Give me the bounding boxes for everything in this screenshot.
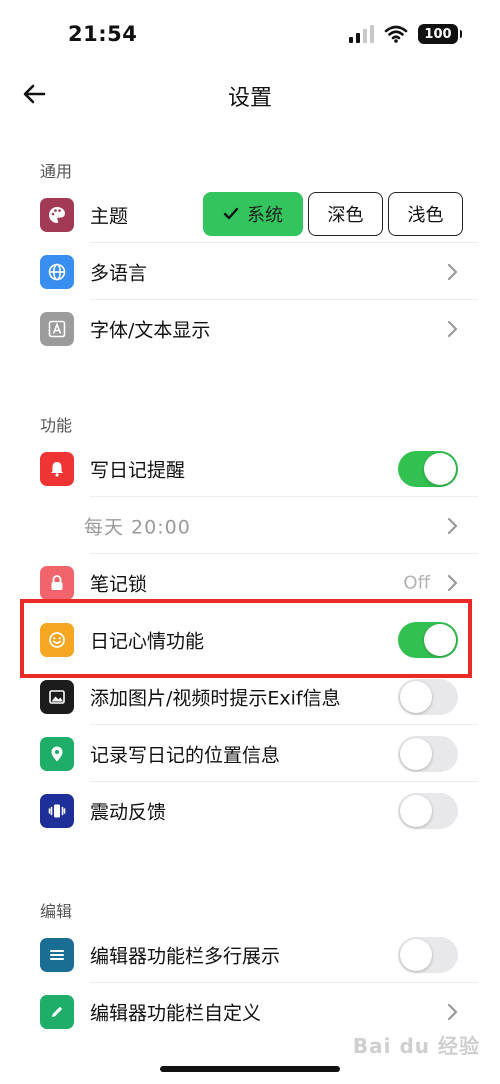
- theme-dark-label: 深色: [327, 205, 364, 226]
- theme-light-label: 浅色: [407, 205, 444, 226]
- highlight-box: [20, 599, 472, 678]
- globe-icon: [40, 254, 74, 289]
- theme-label: 主题: [90, 205, 129, 227]
- nav-bar: 设置: [0, 70, 500, 120]
- wifi-icon: [384, 25, 408, 43]
- battery-icon: 100: [418, 24, 462, 44]
- location-pin-icon: [40, 736, 74, 771]
- section-header-editing: 编辑: [40, 902, 73, 921]
- theme-dark-button[interactable]: 深色: [308, 192, 383, 236]
- reminder-toggle[interactable]: [398, 450, 458, 487]
- chevron-right-icon: [447, 574, 458, 591]
- section-header-general: 通用: [40, 162, 73, 181]
- settings-row-location: 记录写日记的位置信息: [0, 725, 500, 782]
- settings-row-reminder: 写日记提醒: [0, 440, 500, 497]
- bell-icon: [40, 451, 74, 486]
- reminder-time-label: 每天 20:00: [84, 516, 191, 538]
- toolbar-multiline-label: 编辑器功能栏多行展示: [90, 945, 281, 967]
- location-toggle[interactable]: [398, 735, 458, 772]
- toggle-knob: [400, 794, 432, 827]
- note-lock-value: Off: [403, 572, 430, 593]
- toolbar-custom-label: 编辑器功能栏自定义: [90, 1002, 262, 1024]
- chevron-right-icon: [447, 263, 458, 280]
- pencil-icon: [40, 994, 74, 1029]
- reminder-label: 写日记提醒: [90, 459, 186, 481]
- haptic-label: 震动反馈: [90, 801, 167, 823]
- toggle-knob: [400, 737, 432, 770]
- settings-row-reminder-time[interactable]: 每天 20:00: [0, 497, 500, 554]
- toggle-knob: [400, 938, 432, 971]
- exif-toggle[interactable]: [398, 678, 458, 715]
- theme-light-button[interactable]: 浅色: [388, 192, 463, 236]
- status-bar: 21:54 100: [0, 0, 500, 70]
- home-indicator[interactable]: [160, 1066, 340, 1072]
- page-title: 设置: [227, 86, 272, 111]
- chevron-right-icon: [447, 320, 458, 337]
- menu-lines-icon: [40, 937, 74, 972]
- exif-label: 添加图片/视频时提示Exif信息: [90, 687, 341, 709]
- font-a-icon: [40, 311, 74, 346]
- settings-row-font[interactable]: 字体/文本显示: [0, 300, 500, 357]
- toggle-knob: [400, 680, 432, 713]
- chevron-right-icon: [447, 517, 458, 534]
- checkmark-icon: [223, 207, 239, 220]
- status-icons: 100: [349, 24, 462, 44]
- image-icon: [40, 679, 74, 714]
- location-label: 记录写日记的位置信息: [90, 744, 281, 766]
- settings-row-haptic: 震动反馈: [0, 782, 500, 839]
- status-time: 21:54: [68, 22, 138, 46]
- palette-icon: [40, 197, 74, 232]
- language-label: 多语言: [90, 262, 148, 284]
- note-lock-label: 笔记锁: [90, 573, 148, 595]
- settings-row-language[interactable]: 多语言: [0, 243, 500, 300]
- theme-system-label: 系统: [247, 205, 283, 226]
- font-label: 字体/文本显示: [90, 319, 211, 341]
- haptic-toggle[interactable]: [398, 792, 458, 829]
- toolbar-multiline-toggle[interactable]: [398, 936, 458, 973]
- chevron-right-icon: [447, 1003, 458, 1020]
- settings-row-toolbar-multiline: 编辑器功能栏多行展示: [0, 926, 500, 983]
- lock-icon: [40, 565, 74, 600]
- toggle-knob: [424, 452, 456, 485]
- vibration-icon: [40, 793, 74, 828]
- section-header-features: 功能: [40, 416, 73, 435]
- cellular-signal-icon: [349, 25, 374, 43]
- watermark: Bai du 经验: [352, 1034, 480, 1058]
- theme-system-button[interactable]: 系统: [203, 192, 303, 236]
